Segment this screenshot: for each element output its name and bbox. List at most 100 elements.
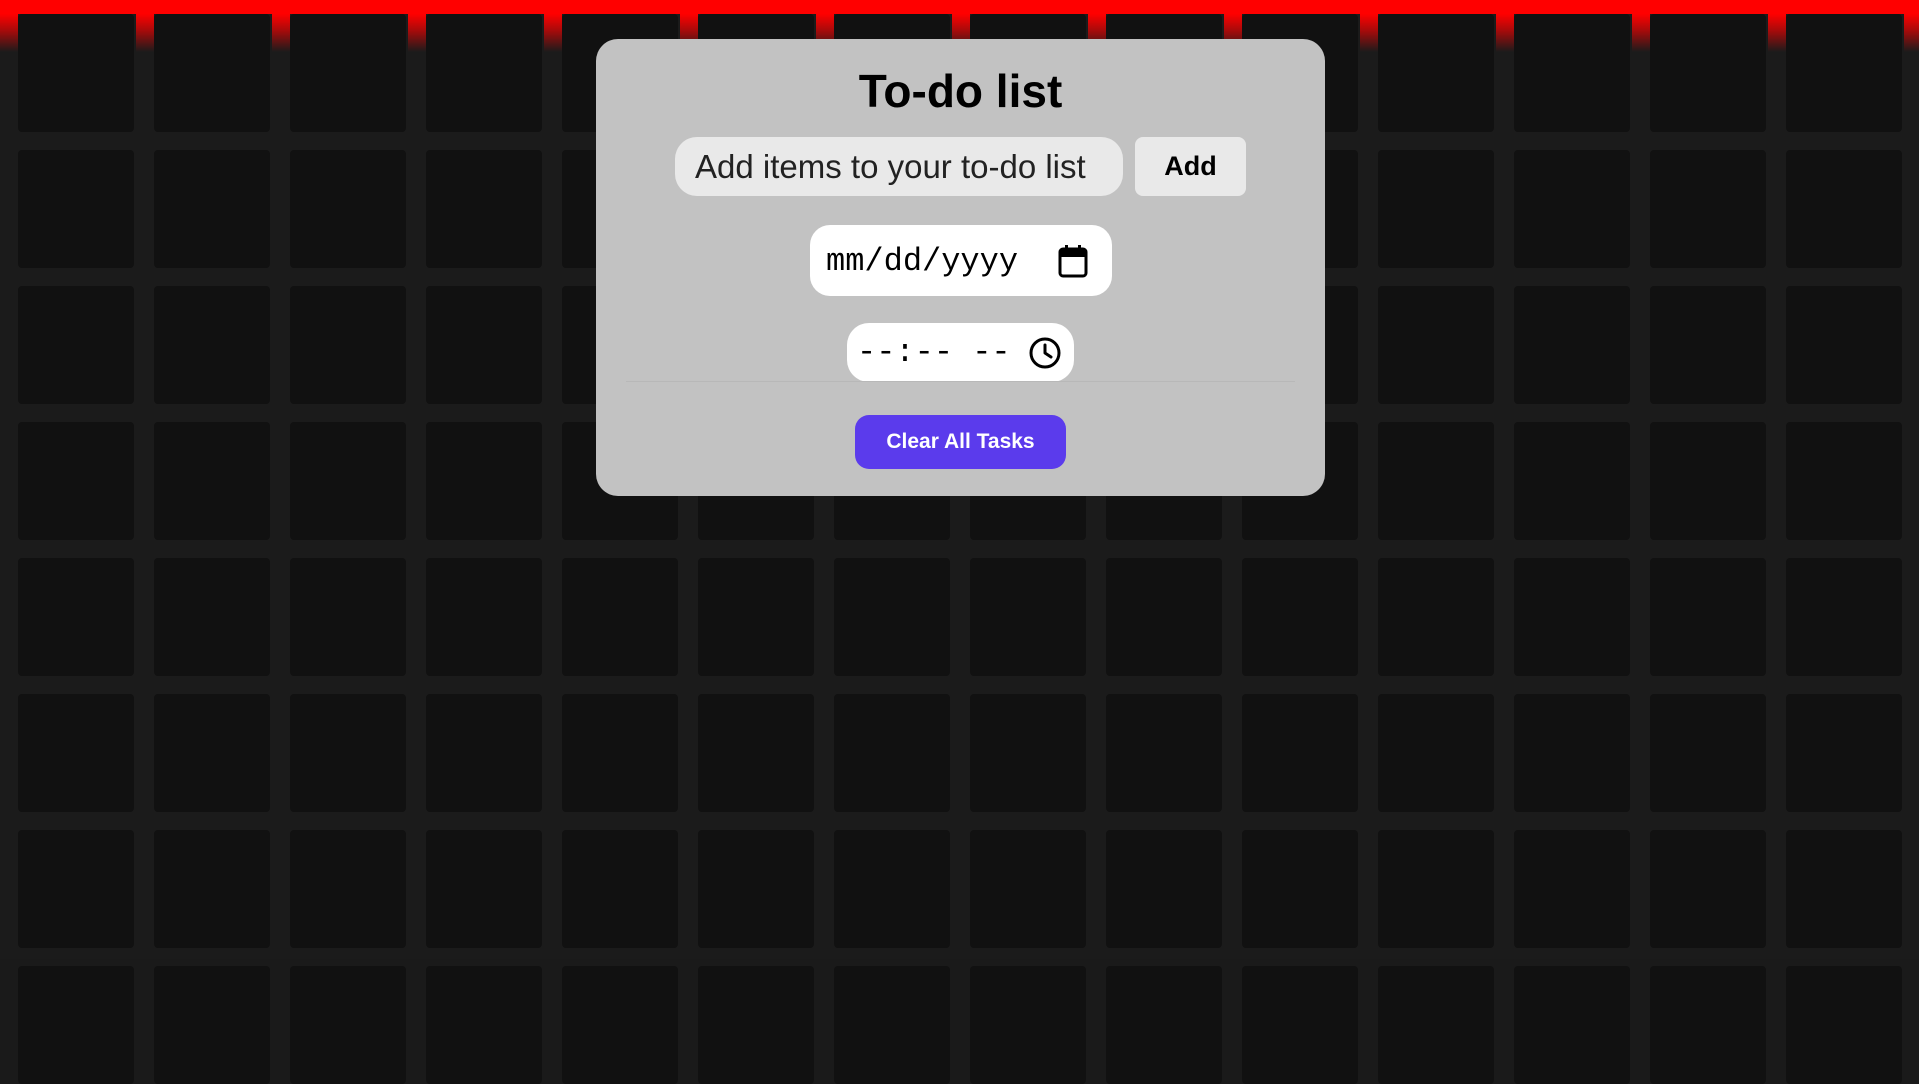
background-cell bbox=[426, 150, 542, 268]
background-cell bbox=[18, 150, 134, 268]
background-cell bbox=[1242, 966, 1358, 1084]
background-cell bbox=[290, 422, 406, 540]
background-cell bbox=[154, 14, 270, 132]
background-cell bbox=[154, 966, 270, 1084]
red-glow bbox=[1632, 14, 1650, 52]
background-cell bbox=[1786, 14, 1902, 132]
background-cell bbox=[698, 694, 814, 812]
red-glow bbox=[0, 14, 18, 52]
background-cell bbox=[154, 558, 270, 676]
background-cell bbox=[1514, 694, 1630, 812]
page-title: To-do list bbox=[858, 65, 1063, 117]
time-placeholder: --:-- -- bbox=[857, 334, 1011, 371]
background-cell bbox=[1242, 694, 1358, 812]
red-glow bbox=[1904, 14, 1919, 52]
background-cell bbox=[18, 694, 134, 812]
background-cell bbox=[1106, 966, 1222, 1084]
background-cell bbox=[1378, 14, 1494, 132]
divider bbox=[626, 381, 1295, 382]
background-cell bbox=[154, 150, 270, 268]
background-cell bbox=[1786, 422, 1902, 540]
background-cell bbox=[562, 558, 678, 676]
background-cell bbox=[562, 830, 678, 948]
clock-icon[interactable] bbox=[1028, 336, 1062, 370]
date-placeholder: mm/dd/yyyy bbox=[826, 243, 1019, 280]
background-cell bbox=[290, 830, 406, 948]
background-cell bbox=[1786, 966, 1902, 1084]
background-cell bbox=[1514, 422, 1630, 540]
background-cell bbox=[1514, 14, 1630, 132]
background-cell bbox=[1106, 694, 1222, 812]
red-glow bbox=[1496, 14, 1514, 52]
background-cell bbox=[426, 830, 542, 948]
background-cell bbox=[426, 966, 542, 1084]
background-cell bbox=[1514, 830, 1630, 948]
background-cell bbox=[698, 558, 814, 676]
red-glow bbox=[272, 14, 290, 52]
background-cell bbox=[698, 830, 814, 948]
background-cell bbox=[1786, 694, 1902, 812]
background-cell bbox=[18, 422, 134, 540]
background-cell bbox=[970, 694, 1086, 812]
task-input[interactable] bbox=[675, 137, 1123, 196]
todo-panel: To-do list Add mm/dd/yyyy --:-- -- Clear… bbox=[596, 39, 1325, 496]
background-cell bbox=[1514, 150, 1630, 268]
background-cell bbox=[18, 558, 134, 676]
background-cell bbox=[1514, 966, 1630, 1084]
background-cell bbox=[1786, 286, 1902, 404]
background-cell bbox=[18, 286, 134, 404]
background-cell bbox=[1378, 830, 1494, 948]
red-glow bbox=[408, 14, 426, 52]
background-cell bbox=[1106, 830, 1222, 948]
time-input[interactable]: --:-- -- bbox=[847, 323, 1074, 382]
background-cell bbox=[834, 966, 950, 1084]
background-cell bbox=[18, 966, 134, 1084]
background-cell bbox=[290, 286, 406, 404]
background-cell bbox=[1786, 558, 1902, 676]
background-cell bbox=[1514, 286, 1630, 404]
background-cell bbox=[1378, 558, 1494, 676]
background-cell bbox=[1650, 558, 1766, 676]
background-cell bbox=[562, 694, 678, 812]
calendar-icon[interactable] bbox=[1058, 244, 1088, 278]
background-cell bbox=[426, 286, 542, 404]
red-glow bbox=[136, 14, 154, 52]
background-cell bbox=[154, 422, 270, 540]
background-cell bbox=[426, 558, 542, 676]
background-cell bbox=[154, 286, 270, 404]
background-cell bbox=[290, 694, 406, 812]
background-cell bbox=[290, 14, 406, 132]
red-glow bbox=[544, 14, 562, 52]
background-cell bbox=[426, 694, 542, 812]
date-input[interactable]: mm/dd/yyyy bbox=[810, 225, 1112, 296]
background-cell bbox=[562, 966, 678, 1084]
background-cell bbox=[1786, 830, 1902, 948]
background-cell bbox=[1650, 694, 1766, 812]
background-cell bbox=[18, 14, 134, 132]
background-cell bbox=[1378, 694, 1494, 812]
background-cell bbox=[698, 966, 814, 1084]
background-cell bbox=[1242, 830, 1358, 948]
clear-all-tasks-button[interactable]: Clear All Tasks bbox=[855, 415, 1066, 469]
background-cell bbox=[1650, 422, 1766, 540]
top-accent-bar bbox=[0, 0, 1919, 14]
background-cell bbox=[1514, 558, 1630, 676]
background-cell bbox=[834, 830, 950, 948]
background-cell bbox=[970, 966, 1086, 1084]
background-cell bbox=[1378, 422, 1494, 540]
background-cell bbox=[1650, 286, 1766, 404]
background-cell bbox=[290, 150, 406, 268]
background-cell bbox=[1242, 558, 1358, 676]
background-cell bbox=[290, 558, 406, 676]
background-cell bbox=[290, 966, 406, 1084]
red-glow bbox=[1360, 14, 1378, 52]
add-button[interactable]: Add bbox=[1135, 137, 1246, 196]
background-cell bbox=[426, 422, 542, 540]
background-cell bbox=[970, 558, 1086, 676]
background-cell bbox=[426, 14, 542, 132]
background-cell bbox=[1106, 558, 1222, 676]
background-cell bbox=[154, 830, 270, 948]
background-cell bbox=[834, 558, 950, 676]
background-cell bbox=[18, 830, 134, 948]
background-cell bbox=[1378, 966, 1494, 1084]
